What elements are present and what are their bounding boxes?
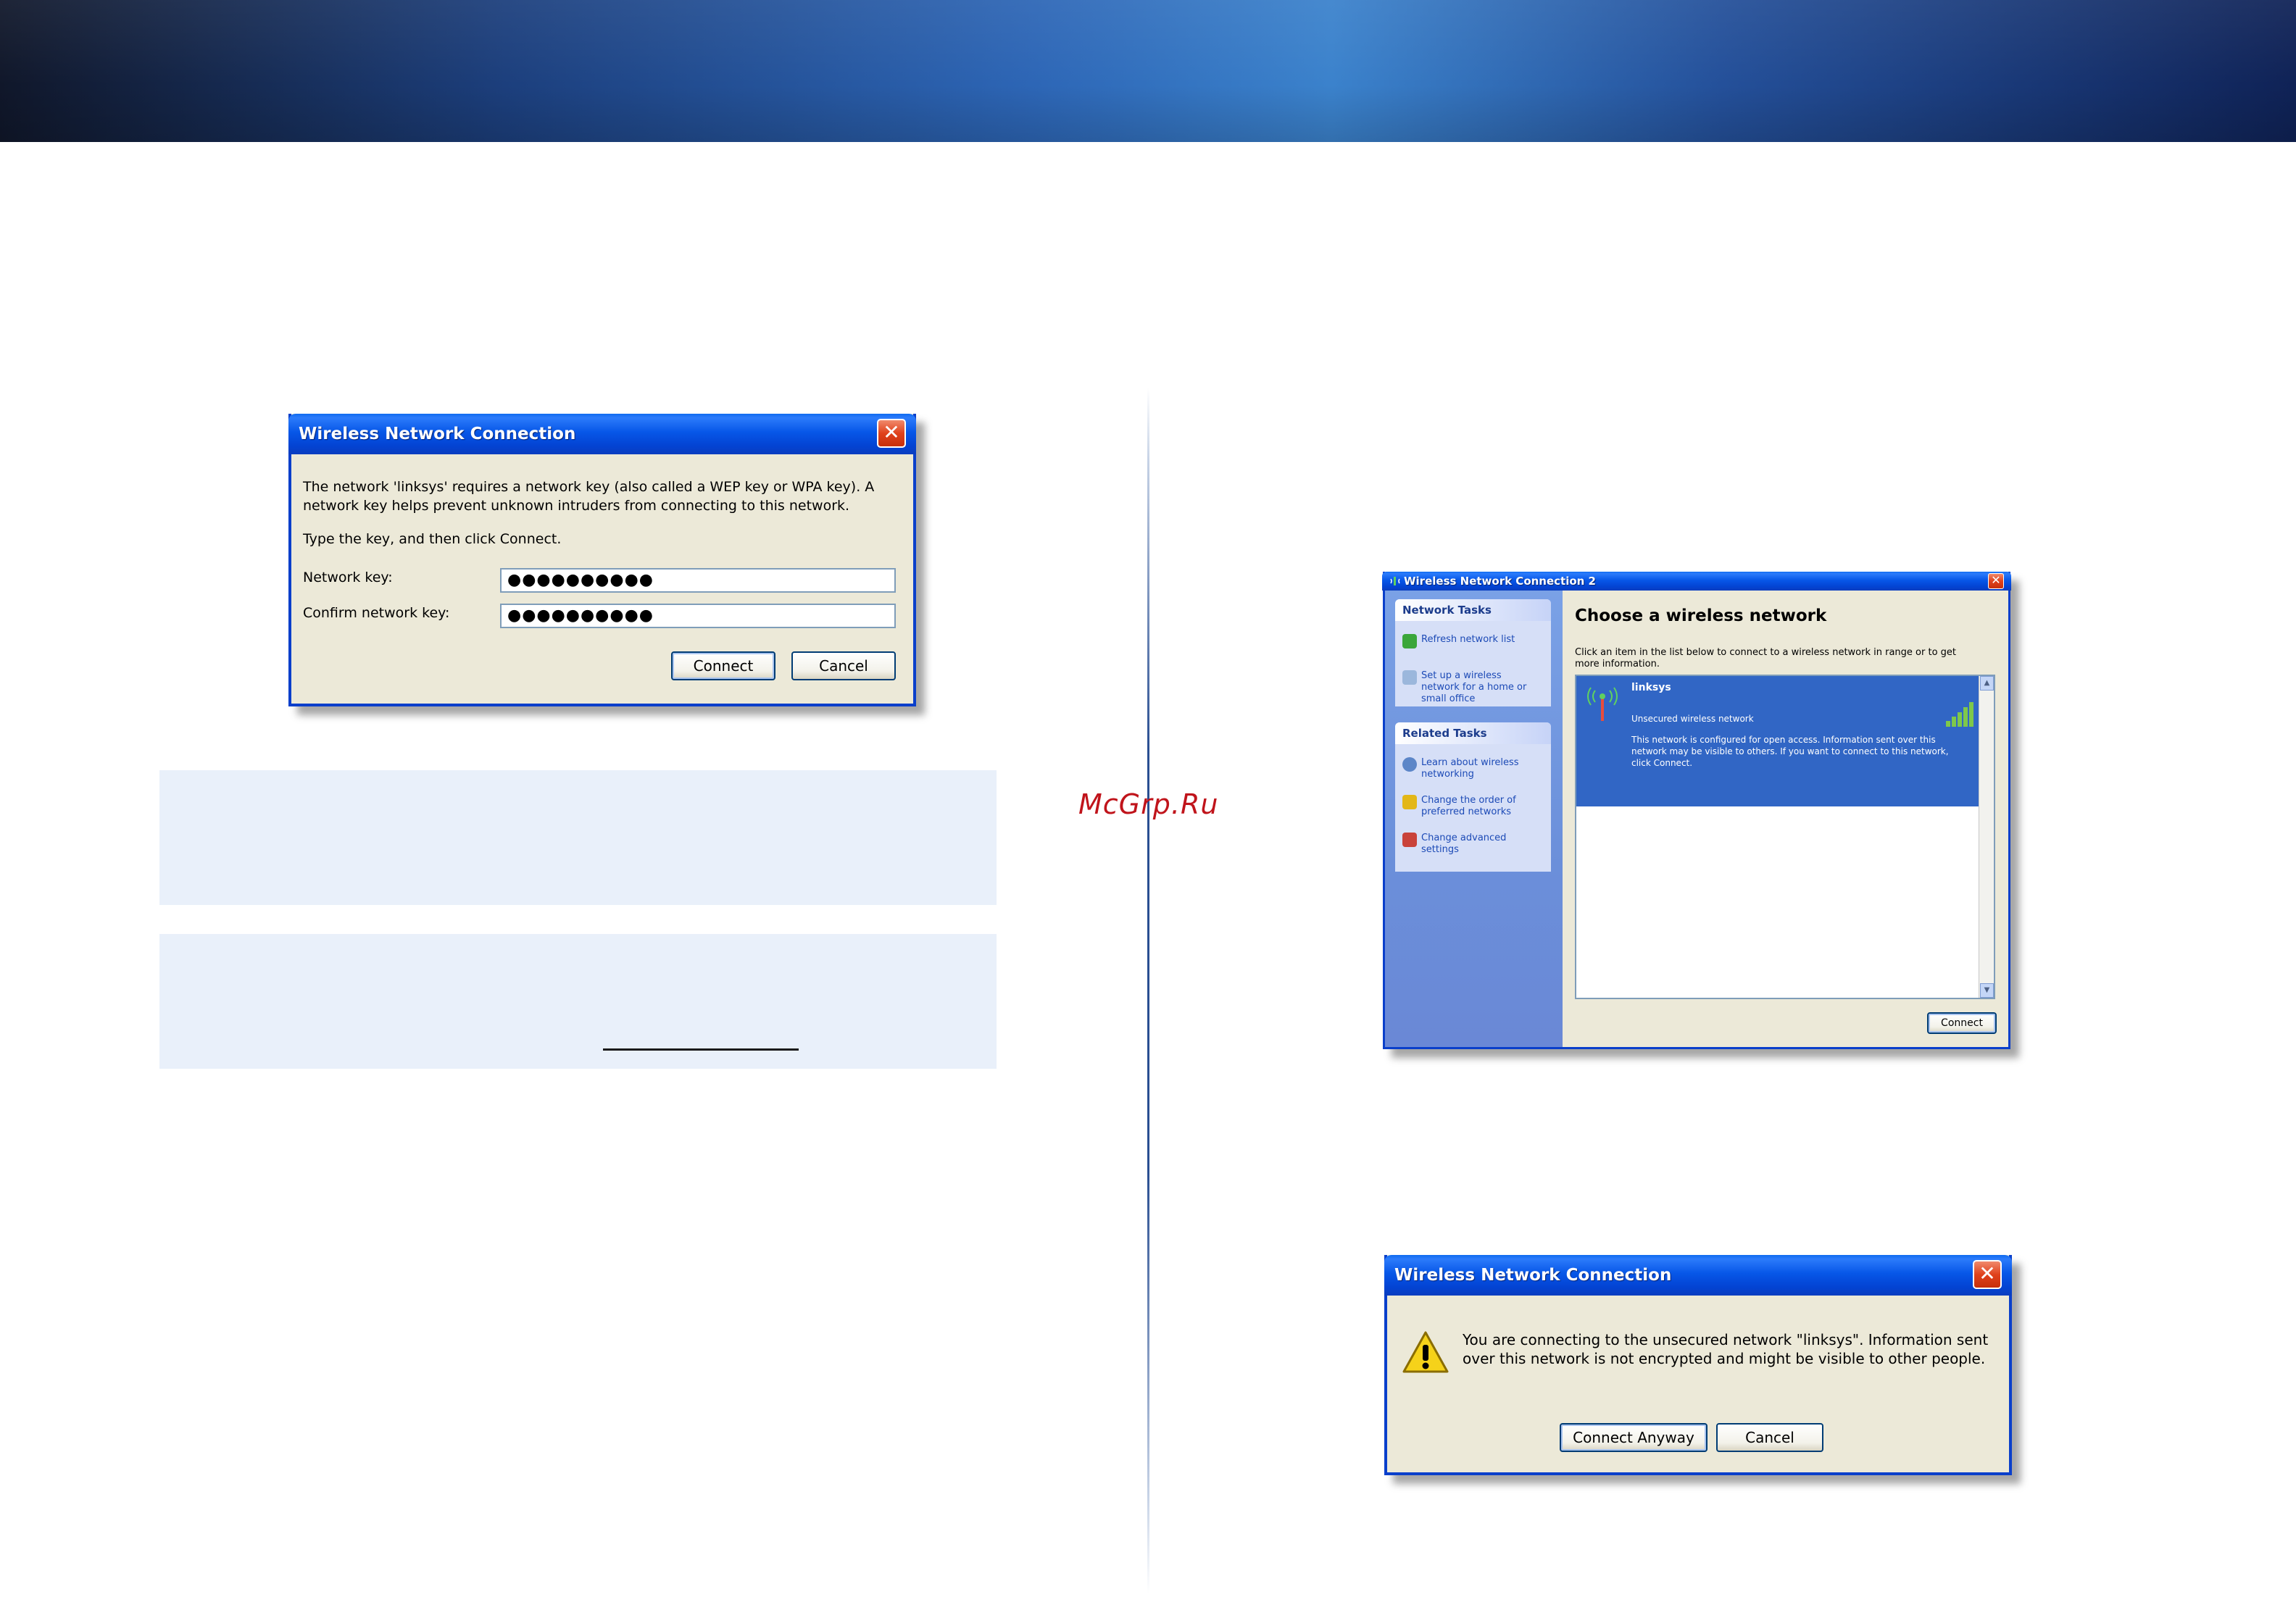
close-button[interactable]: ✕ xyxy=(1988,573,2004,589)
choose-network-window: Wireless Network Connection 2 ✕ Network … xyxy=(1382,572,2011,1049)
message-line: over this network is not encrypted and m… xyxy=(1463,1350,1986,1367)
refresh-icon xyxy=(1402,634,1417,648)
network-security: Unsecured wireless network xyxy=(1631,714,1754,724)
related-tasks-panel: Related Tasks Learn about wireless netwo… xyxy=(1395,722,1551,872)
task-label: Refresh network list xyxy=(1421,634,1515,645)
panel-header: Related Tasks xyxy=(1395,722,1551,744)
network-description: This network is configured for open acce… xyxy=(1631,735,1949,768)
note-box xyxy=(159,770,997,905)
message-line: The network 'linksys' requires a network… xyxy=(303,479,875,495)
task-change-order[interactable]: Change the order of preferred networks xyxy=(1402,795,1541,818)
close-button[interactable]: ✕ xyxy=(1973,1260,2002,1289)
warning-message: You are connecting to the unsecured netw… xyxy=(1463,1330,1988,1368)
task-refresh-network-list[interactable]: Refresh network list xyxy=(1402,634,1541,648)
task-label: Set up a wireless network for a home or … xyxy=(1421,670,1527,704)
confirm-key-field[interactable]: ●●●●●●●●●● xyxy=(500,604,896,628)
list-scrollbar[interactable]: ▲ ▼ xyxy=(1979,676,1994,998)
dialog-title-bar[interactable]: Wireless Network Connection xyxy=(1384,1255,2012,1296)
task-label: Change advanced settings xyxy=(1421,833,1507,855)
setup-wireless-icon xyxy=(1402,670,1417,685)
message-line: network key helps prevent unknown intrud… xyxy=(303,498,850,514)
dialog-title-bar[interactable]: Wireless Network Connection xyxy=(288,414,916,454)
instruction-text: Type the key, and then click Connect. xyxy=(303,531,562,547)
connect-button[interactable]: Connect xyxy=(1927,1012,1997,1034)
dialog-title: Wireless Network Connection xyxy=(299,425,576,443)
panel-header: Network Tasks xyxy=(1395,599,1551,621)
header-banner xyxy=(0,0,2296,142)
unsecured-warning-dialog: Wireless Network Connection ✕ You are co… xyxy=(1384,1255,2012,1475)
window-title: Wireless Network Connection 2 xyxy=(1404,575,1596,588)
connect-anyway-button[interactable]: Connect Anyway xyxy=(1560,1423,1708,1452)
cancel-button[interactable]: Cancel xyxy=(791,651,896,680)
antenna-icon xyxy=(1587,687,1618,721)
star-icon xyxy=(1402,795,1417,809)
window-subtext: Click an item in the list below to conne… xyxy=(1575,647,1957,670)
cancel-button[interactable]: Cancel xyxy=(1716,1423,1823,1452)
task-sidebar: Network Tasks Refresh network list Set u… xyxy=(1385,591,1563,1047)
watermark: McGrp.Ru xyxy=(1078,788,1219,820)
signal-strength-icon xyxy=(1946,702,1973,727)
message-line: You are connecting to the unsecured netw… xyxy=(1463,1331,1989,1348)
scroll-down-icon[interactable]: ▼ xyxy=(1980,983,1994,998)
network-key-label: Network key: xyxy=(303,570,393,585)
task-change-advanced[interactable]: Change advanced settings xyxy=(1402,833,1541,856)
scroll-up-icon[interactable]: ▲ xyxy=(1980,676,1994,691)
network-list[interactable]: linksys Unsecured wireless network This … xyxy=(1575,675,1995,999)
network-tasks-panel: Network Tasks Refresh network list Set u… xyxy=(1395,599,1551,706)
confirm-key-label: Confirm network key: xyxy=(303,605,450,621)
task-setup-wireless-network[interactable]: Set up a wireless network for a home or … xyxy=(1402,670,1541,705)
task-label: Change the order of preferred networks xyxy=(1421,795,1516,817)
window-heading: Choose a wireless network xyxy=(1575,606,1827,625)
dialog-title: Wireless Network Connection xyxy=(1394,1266,1672,1285)
wireless-window-icon xyxy=(1390,577,1400,585)
task-learn-wireless[interactable]: Learn about wireless networking xyxy=(1402,757,1541,780)
link-underline xyxy=(603,1048,799,1051)
window-title-bar[interactable]: Wireless Network Connection 2 xyxy=(1382,572,2011,591)
column-divider xyxy=(1147,388,1149,1594)
warning-icon xyxy=(1402,1331,1449,1373)
network-key-field[interactable]: ●●●●●●●●●● xyxy=(500,568,896,593)
note-box xyxy=(159,934,997,1069)
settings-icon xyxy=(1402,833,1417,847)
network-key-dialog: Wireless Network Connection ✕ The networ… xyxy=(288,414,916,706)
task-label: Learn about wireless networking xyxy=(1421,757,1519,780)
help-icon xyxy=(1402,757,1417,772)
network-list-item[interactable]: linksys Unsecured wireless network This … xyxy=(1576,676,1981,806)
network-name: linksys xyxy=(1631,682,1671,693)
close-button[interactable]: ✕ xyxy=(877,419,906,448)
connect-button[interactable]: Connect xyxy=(671,651,775,680)
dialog-message: The network 'linksys' requires a network… xyxy=(303,477,874,515)
